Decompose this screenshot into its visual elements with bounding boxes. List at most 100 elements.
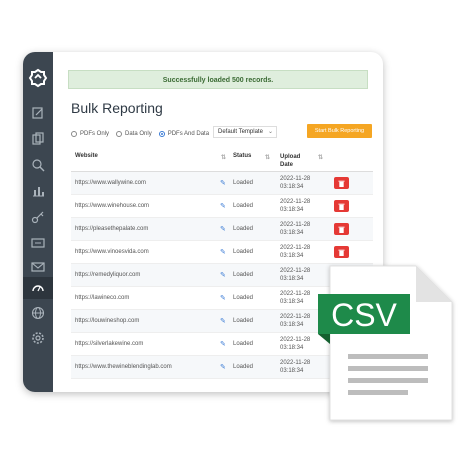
status-cell: Loaded [233,249,254,255]
key-icon[interactable] [31,210,45,224]
upload-date-cell: 2022-11-28 03:18:34 [280,221,320,237]
header-upload-date[interactable]: Upload Date [280,153,306,169]
upload-date-cell: 2022-11-28 03:18:34 [280,359,320,375]
radio-pdfs-only[interactable] [71,131,77,137]
date-text: 2022-11-28 [280,176,311,182]
website-cell: https://www.vinoesvida.com [75,249,149,255]
option-pdfs-only[interactable]: PDFs Only [71,131,109,137]
edit-pencil-icon[interactable]: ✎ [220,294,226,302]
option-data-only[interactable]: Data Only [116,131,152,137]
edit-document-icon[interactable] [31,106,45,120]
status-cell: Loaded [233,203,254,209]
status-cell: Loaded [233,272,254,278]
option-pdfs-and-data[interactable]: PDFs And Data [158,131,210,137]
radio-pdfs-and-data[interactable] [158,131,165,137]
status-cell: Loaded [233,226,254,232]
time-text: 03:18:34 [280,207,304,213]
table-row: https://www.wallywine.com ✎ Loaded 2022-11-… [71,172,373,195]
trash-icon [338,226,345,233]
table-row: https://pleasethepalate.com ✎ Loaded 2022-1… [71,218,373,241]
website-cell: https://louwineshop.com [75,318,140,324]
gear-icon[interactable] [31,331,45,345]
website-cell: https://www.winehouse.com [75,203,150,209]
status-cell: Loaded [233,341,254,347]
date-text: 2022-11-28 [280,199,311,205]
website-cell: https://www.thewineblendinglab.com [75,364,172,370]
time-text: 03:18:34 [280,345,304,351]
status-cell: Loaded [233,180,254,186]
edit-pencil-icon[interactable]: ✎ [220,202,226,210]
date-text: 2022-11-28 [280,337,311,343]
id-card-icon[interactable] [31,236,45,250]
csv-label: CSV [331,297,397,333]
status-cell: Loaded [233,318,254,324]
page-title: Bulk Reporting [71,100,163,116]
time-text: 03:18:34 [280,230,304,236]
date-text: 2022-11-28 [280,222,311,228]
website-cell: https://silverlakewine.com [75,341,144,347]
delete-button[interactable] [334,177,349,189]
header-website[interactable]: Website [75,153,98,159]
upload-date-cell: 2022-11-28 03:18:34 [280,336,320,352]
upload-date-cell: 2022-11-28 03:18:34 [280,175,320,191]
option-label: PDFs Only [80,131,110,137]
table-row: https://www.vinoesvida.com ✎ Loaded 2022-11… [71,241,373,264]
upload-date-cell: 2022-11-28 03:18:34 [280,290,320,306]
sort-icon[interactable]: ⇅ [265,154,270,161]
edit-pencil-icon[interactable]: ✎ [220,363,226,371]
website-cell: https://lawineco.com [75,295,130,301]
date-text: 2022-11-28 [280,314,311,320]
radio-data-only[interactable] [116,131,123,137]
date-text: 2022-11-28 [280,291,311,297]
start-bulk-reporting-button[interactable]: Start Bulk Reporting [307,124,372,138]
upload-date-cell: 2022-11-28 03:18:34 [280,244,320,260]
website-cell: https://remedyliquor.com [75,272,141,278]
time-text: 03:18:34 [280,184,304,190]
edit-pencil-icon[interactable]: ✎ [220,248,226,256]
template-select[interactable]: Default Template ⌄ [213,126,277,138]
website-cell: https://www.wallywine.com [75,180,147,186]
status-cell: Loaded [233,295,254,301]
delete-button[interactable] [334,223,349,235]
edit-pencil-icon[interactable]: ✎ [220,225,226,233]
upload-date-cell: 2022-11-28 03:18:34 [280,313,320,329]
option-label: Data Only [125,131,152,137]
chevron-down-icon: ⌄ [267,129,273,135]
sort-icon[interactable]: ⇅ [221,154,226,161]
sort-icon[interactable]: ⇅ [318,154,323,161]
app-logo-icon[interactable] [28,68,48,88]
dashboard-gauge-icon[interactable] [31,281,45,295]
header-status[interactable]: Status [233,153,251,159]
time-text: 03:18:34 [280,253,304,259]
template-select-value: Default Template [218,129,263,135]
csv-file-icon: CSV [318,262,458,427]
trash-icon [338,249,345,256]
status-cell: Loaded [233,364,254,370]
delete-button[interactable] [334,246,349,258]
success-banner: Successfully loaded 500 records. [68,70,368,89]
edit-pencil-icon[interactable]: ✎ [220,271,226,279]
mail-icon[interactable] [31,260,45,274]
edit-pencil-icon[interactable]: ✎ [220,340,226,348]
edit-pencil-icon[interactable]: ✎ [220,179,226,187]
time-text: 03:18:34 [280,299,304,305]
time-text: 03:18:34 [280,276,304,282]
table-header: Website ⇅ Status ⇅ Upload Date ⇅ [71,149,373,172]
search-icon[interactable] [31,158,45,172]
delete-button[interactable] [334,200,349,212]
upload-date-cell: 2022-11-28 03:18:34 [280,267,320,283]
bar-chart-icon[interactable] [31,184,45,198]
time-text: 03:18:34 [280,322,304,328]
website-cell: https://pleasethepalate.com [75,226,149,232]
sidebar [23,52,53,392]
table-row: https://www.winehouse.com ✎ Loaded 2022-11-… [71,195,373,218]
time-text: 03:18:34 [280,368,304,374]
globe-icon[interactable] [31,306,45,320]
edit-pencil-icon[interactable]: ✎ [220,317,226,325]
option-label: PDFs And Data [167,131,210,137]
report-type-options: PDFs Only Data Only PDFs And Data [71,128,216,140]
copy-icon[interactable] [31,132,45,146]
date-text: 2022-11-28 [280,268,311,274]
date-text: 2022-11-28 [280,245,311,251]
date-text: 2022-11-28 [280,360,311,366]
